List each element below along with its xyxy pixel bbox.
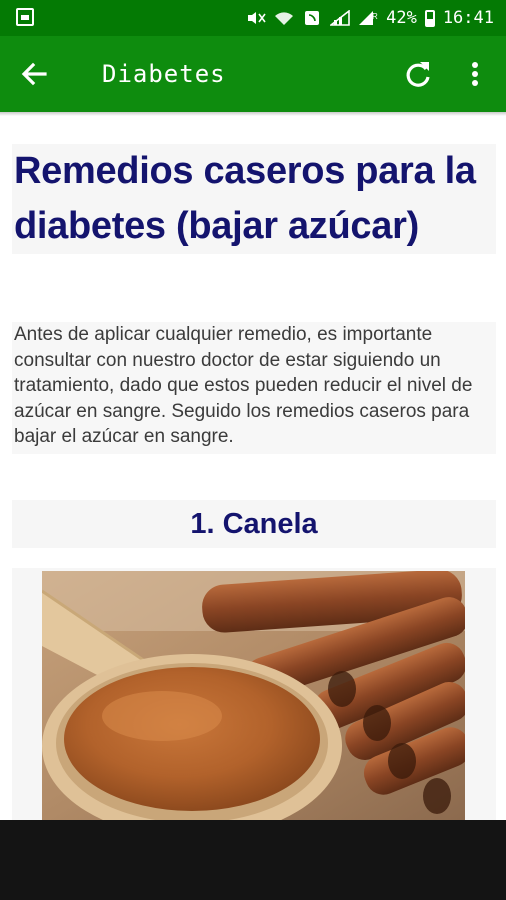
more-vert-icon[interactable] (462, 58, 488, 90)
refresh-icon[interactable] (402, 58, 434, 90)
section-heading-block: 1. Canela (12, 500, 496, 548)
nfc-icon (305, 11, 320, 25)
page-title: Remedios caseros para la diabetes (bajar… (14, 150, 476, 247)
clock: 16:41 (442, 8, 494, 28)
intro-block: Antes de aplicar cualquier remedio, es i… (12, 322, 496, 454)
image-container (12, 568, 496, 820)
screen: R 42% 16:41 Diabetes Remedios caseros pa… (0, 0, 506, 900)
status-icons: R 42% 16:41 (246, 7, 494, 29)
mute-icon (248, 12, 266, 24)
svg-text:R: R (372, 12, 378, 21)
cinnamon-photo (42, 571, 465, 820)
intro-paragraph: Antes de aplicar cualquier remedio, es i… (14, 324, 473, 447)
section-heading: 1. Canela (190, 507, 318, 540)
app-bar: Diabetes (0, 36, 506, 112)
back-arrow-icon[interactable] (18, 58, 50, 90)
bottom-bar (0, 820, 506, 900)
wifi-icon (275, 12, 294, 25)
status-bar: R 42% 16:41 (0, 0, 506, 36)
app-title: Diabetes (102, 60, 226, 88)
battery-percent: 42% (386, 8, 417, 28)
title-block: Remedios caseros para la diabetes (bajar… (12, 144, 496, 254)
battery-icon (424, 9, 435, 27)
notification-icon (16, 8, 34, 26)
article-content[interactable]: Remedios caseros para la diabetes (bajar… (0, 116, 506, 820)
signal-r-icon: R (359, 11, 378, 25)
signal-icon (330, 10, 350, 26)
